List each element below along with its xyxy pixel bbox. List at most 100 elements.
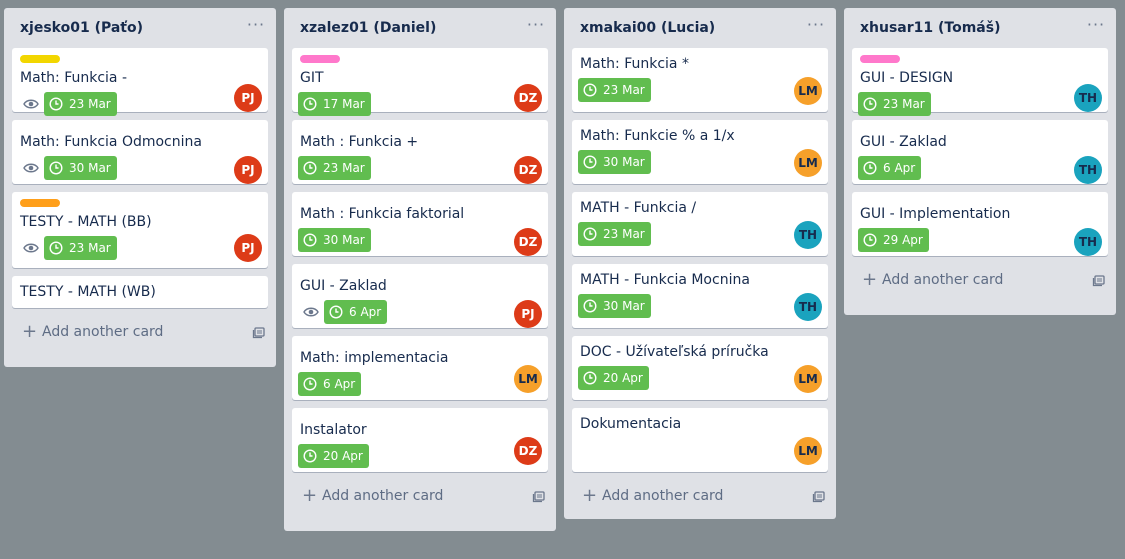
card-template-icon[interactable] (252, 325, 266, 339)
list-header[interactable]: xjesko01 (Paťo) ··· (4, 8, 276, 48)
card-badges: 30 Mar (20, 154, 260, 182)
card[interactable]: Math: Funkcia * 23 Mar LM (572, 48, 828, 112)
add-card-button[interactable]: + Add another card (292, 480, 548, 512)
due-date-badge[interactable]: 23 Mar (44, 236, 117, 260)
card-template-icon[interactable] (1092, 273, 1106, 287)
plus-icon: + (862, 269, 878, 290)
due-date-badge[interactable]: 30 Mar (44, 156, 117, 180)
list-menu-icon[interactable]: ··· (1086, 17, 1106, 38)
add-card-button[interactable]: + Add another card (12, 316, 268, 348)
due-date-text: 29 Apr (883, 233, 923, 247)
list-title[interactable]: xmakai00 (Lucia) (580, 20, 715, 36)
card[interactable]: GIT 17 Mar DZ (292, 48, 548, 116)
due-date-badge[interactable]: 30 Mar (578, 150, 651, 174)
clock-icon (863, 161, 877, 175)
due-date-badge[interactable]: 20 Apr (298, 444, 369, 468)
due-date-text: 30 Mar (603, 299, 645, 313)
due-date-badge[interactable]: 23 Mar (578, 78, 651, 102)
list-header[interactable]: xhusar11 (Tomáš) ··· (844, 8, 1116, 48)
due-date-badge[interactable]: 30 Mar (578, 294, 651, 318)
card[interactable]: MATH - Funkcia / 23 Mar TH (572, 192, 828, 256)
card-list: Math: Funkcia * 23 Mar LM Math: Funkcie … (564, 48, 836, 472)
member-avatar[interactable]: TH (1074, 228, 1102, 256)
card-template-icon[interactable] (532, 489, 546, 503)
list-header[interactable]: xzalez01 (Daniel) ··· (284, 8, 556, 48)
member-avatar[interactable]: TH (1074, 84, 1102, 112)
member-avatar[interactable]: PJ (234, 156, 262, 184)
card[interactable]: Math : Funkcia faktorial 30 Mar DZ (292, 192, 548, 256)
member-avatar[interactable]: LM (794, 149, 822, 177)
member-avatar[interactable]: TH (794, 221, 822, 249)
due-date-badge[interactable]: 23 Mar (44, 92, 117, 116)
due-date-badge[interactable]: 30 Mar (298, 228, 371, 252)
card[interactable]: GUI - Zaklad 6 Apr TH (852, 120, 1108, 184)
member-avatar[interactable]: LM (794, 437, 822, 465)
card[interactable]: GUI - DESIGN 23 Mar TH (852, 48, 1108, 116)
card-template-icon[interactable] (812, 489, 826, 503)
add-card-button[interactable]: + Add another card (852, 264, 1108, 296)
card[interactable]: MATH - Funkcia Mocnina 30 Mar TH (572, 264, 828, 328)
card[interactable]: DOC - Užívateľská príručka 20 Apr LM (572, 336, 828, 400)
card[interactable]: TESTY - MATH (WB) (12, 276, 268, 308)
member-avatar[interactable]: PJ (514, 300, 542, 328)
due-date-text: 30 Mar (323, 233, 365, 247)
member-avatar[interactable]: TH (1074, 156, 1102, 184)
due-date-badge[interactable]: 17 Mar (298, 92, 371, 116)
due-date-badge[interactable]: 23 Mar (298, 156, 371, 180)
card-title: MATH - Funkcia Mocnina (580, 272, 750, 288)
due-date-badge[interactable]: 6 Apr (858, 156, 922, 180)
due-date-badge[interactable]: 20 Apr (578, 366, 649, 390)
card[interactable]: Dokumentacia LM (572, 408, 828, 472)
member-avatar[interactable]: LM (514, 365, 542, 393)
card[interactable]: TESTY - MATH (BB) 23 Mar PJ (12, 192, 268, 268)
card-badges: 30 Mar (578, 148, 820, 176)
card-badges: 17 Mar (298, 90, 540, 118)
member-avatar[interactable]: DZ (514, 156, 542, 184)
member-avatar[interactable]: TH (794, 293, 822, 321)
card[interactable]: Math: implementacia 6 Apr LM (292, 336, 548, 400)
due-date-badge[interactable]: 6 Apr (298, 372, 362, 396)
list-menu-icon[interactable]: ··· (246, 17, 266, 38)
card-title: Dokumentacia (580, 416, 682, 432)
clock-icon (303, 97, 317, 111)
card[interactable]: Math: Funkcie % a 1/x 30 Mar LM (572, 120, 828, 184)
card[interactable]: Math: Funkcia - 23 Mar PJ (12, 48, 268, 116)
clock-icon (303, 161, 317, 175)
member-avatar[interactable]: PJ (234, 84, 262, 112)
card-title: TESTY - MATH (WB) (20, 284, 156, 300)
card-label[interactable] (20, 55, 60, 63)
add-card-button[interactable]: + Add another card (572, 480, 828, 512)
list-title[interactable]: xzalez01 (Daniel) (300, 20, 436, 36)
member-avatar[interactable]: PJ (234, 234, 262, 262)
member-avatar[interactable]: LM (794, 365, 822, 393)
list-menu-icon[interactable]: ··· (526, 17, 546, 38)
list-title[interactable]: xhusar11 (Tomáš) (860, 20, 1000, 36)
card-list: GUI - DESIGN 23 Mar TH GUI - Zaklad 6 Ap… (844, 48, 1116, 256)
card[interactable]: Math: Funkcia Odmocnina 30 Mar PJ (12, 120, 268, 184)
card-badges: 23 Mar (298, 154, 540, 182)
card[interactable]: GUI - Zaklad 6 Apr PJ (292, 264, 548, 328)
due-date-badge[interactable]: 29 Apr (858, 228, 929, 252)
due-date-text: 20 Apr (603, 371, 643, 385)
watch-eye-icon (303, 307, 319, 317)
due-date-badge[interactable]: 23 Mar (858, 92, 931, 116)
card-badges: 23 Mar (858, 90, 1100, 118)
card-label[interactable] (860, 55, 900, 63)
card[interactable]: Math : Funkcia + 23 Mar DZ (292, 120, 548, 184)
add-card-label: Add another card (602, 488, 724, 504)
due-date-badge[interactable]: 23 Mar (578, 222, 651, 246)
due-date-text: 6 Apr (883, 161, 916, 175)
list-title[interactable]: xjesko01 (Paťo) (20, 20, 143, 36)
list-menu-icon[interactable]: ··· (806, 17, 826, 38)
member-avatar[interactable]: DZ (514, 84, 542, 112)
card-label[interactable] (300, 55, 340, 63)
due-date-badge[interactable]: 6 Apr (324, 300, 388, 324)
card-label[interactable] (20, 199, 60, 207)
card-badges: 20 Apr (298, 442, 540, 470)
member-avatar[interactable]: DZ (514, 437, 542, 465)
member-avatar[interactable]: DZ (514, 228, 542, 256)
list-header[interactable]: xmakai00 (Lucia) ··· (564, 8, 836, 48)
card[interactable]: Instalator 20 Apr DZ (292, 408, 548, 472)
card[interactable]: GUI - Implementation 29 Apr TH (852, 192, 1108, 256)
member-avatar[interactable]: LM (794, 77, 822, 105)
